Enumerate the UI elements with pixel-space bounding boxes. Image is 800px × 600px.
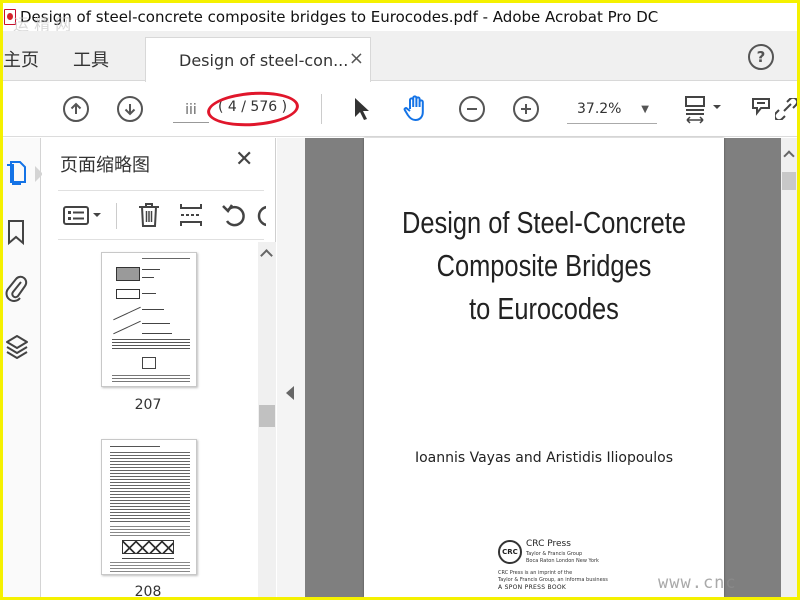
- rotate-counterclockwise-icon[interactable]: [256, 203, 266, 227]
- book-title-line: to Eurocodes: [469, 291, 619, 326]
- thumbnail-list[interactable]: 207 208: [42, 242, 258, 597]
- crc-press-logo: CRC: [498, 540, 522, 564]
- tab-home[interactable]: 主页: [3, 46, 39, 72]
- zoom-level-value: 37.2%: [577, 101, 622, 117]
- bookmark-icon[interactable]: [5, 218, 29, 250]
- toolbar-divider: [321, 94, 322, 124]
- document-scrollbar[interactable]: [781, 138, 797, 597]
- collapse-panel-icon[interactable]: [286, 386, 294, 400]
- thumbnail-toolbar: [58, 190, 266, 240]
- page-number-input[interactable]: iii: [173, 97, 209, 123]
- layers-icon[interactable]: [5, 333, 29, 367]
- title-bar: Design of steel-concrete composite bridg…: [3, 3, 797, 31]
- chevron-down-icon: ▼: [641, 104, 649, 115]
- chevron-up-icon[interactable]: [783, 150, 795, 162]
- book-title-line: Composite Bridges: [436, 248, 652, 283]
- document-scroll-thumb[interactable]: [782, 172, 796, 190]
- page-display-icon[interactable]: [683, 94, 727, 130]
- document-view[interactable]: Design of Steel-Concrete Composite Bridg…: [305, 138, 797, 597]
- tab-document[interactable]: Design of steel-con... ×: [145, 37, 371, 82]
- publisher-imprint-line: CRC Press is an imprint of the: [498, 570, 573, 576]
- panel-toolbar-divider: [116, 203, 117, 229]
- book-title-line: Design of Steel-Concrete: [401, 205, 687, 240]
- main-toolbar: iii ( 4 / 576 ) 37.2% ▼: [3, 82, 797, 137]
- panel-title: 页面缩略图: [60, 155, 150, 176]
- help-icon[interactable]: ?: [748, 44, 774, 70]
- zoom-in-icon[interactable]: [513, 96, 539, 122]
- zoom-out-icon[interactable]: [459, 96, 485, 122]
- rotate-page-icon[interactable]: [220, 201, 248, 233]
- thumbnail-scrollbar[interactable]: [258, 242, 276, 597]
- delete-page-icon[interactable]: [136, 201, 162, 233]
- link-icon[interactable]: [773, 96, 797, 124]
- publisher-name: CRC Press: [526, 539, 571, 549]
- publisher-imprint: CRC Press is an imprint of the Taylor & …: [498, 570, 608, 584]
- attachment-icon[interactable]: [5, 273, 29, 307]
- thumbnail-page[interactable]: [101, 252, 197, 387]
- red-annotation-oval: [205, 88, 301, 130]
- tab-tools[interactable]: 工具: [73, 46, 109, 72]
- thumbnail-options-icon[interactable]: [62, 205, 104, 231]
- window-title: Design of steel-concrete composite bridg…: [20, 8, 659, 26]
- tab-document-label: Design of steel-con...: [179, 50, 349, 70]
- thumbnail-page[interactable]: [101, 439, 197, 575]
- close-panel-icon[interactable]: ✕: [235, 147, 253, 172]
- close-tab-icon[interactable]: ×: [349, 48, 364, 69]
- previous-page-icon[interactable]: [63, 96, 89, 122]
- thumbnail-page-number: 208: [134, 584, 162, 597]
- spon-press-line: A SPON PRESS BOOK: [498, 584, 567, 591]
- tab-bar: 主页 工具 Design of steel-con... × ?: [3, 31, 797, 82]
- insert-page-icon[interactable]: [178, 201, 204, 233]
- chevron-up-icon[interactable]: [260, 249, 273, 262]
- panel-collapse-strip[interactable]: [277, 138, 305, 597]
- publisher-imprint-line: Taylor & Francis Group, an informa busin…: [498, 577, 608, 583]
- select-arrow-icon[interactable]: [351, 95, 371, 127]
- thumbnail-scroll-thumb[interactable]: [259, 405, 275, 427]
- page-thumbnails-panel: 页面缩略图 ✕ 207 208: [42, 138, 276, 597]
- book-title: Design of Steel-Concrete Composite Bridg…: [396, 201, 691, 330]
- page-thumbnails-icon[interactable]: [5, 160, 29, 192]
- publisher-subtitle: Taylor & Francis Group: [526, 551, 583, 557]
- zoom-level-select[interactable]: 37.2% ▼: [567, 96, 657, 124]
- next-page-icon[interactable]: [117, 96, 143, 122]
- thumbnail-page-number: 207: [134, 397, 162, 413]
- navigation-icon-bar: [3, 138, 43, 597]
- acrobat-window: Design of steel-concrete composite bridg…: [3, 3, 797, 597]
- comment-icon[interactable]: [750, 96, 772, 126]
- publisher-cities: Boca Raton London New York: [526, 558, 599, 564]
- book-authors: Ioannis Vayas and Aristidis Iliopoulos: [414, 450, 674, 466]
- watermark-bottom: www.cnc: [658, 573, 737, 593]
- hand-tool-icon[interactable]: [401, 93, 431, 127]
- document-page: Design of Steel-Concrete Composite Bridg…: [364, 138, 724, 597]
